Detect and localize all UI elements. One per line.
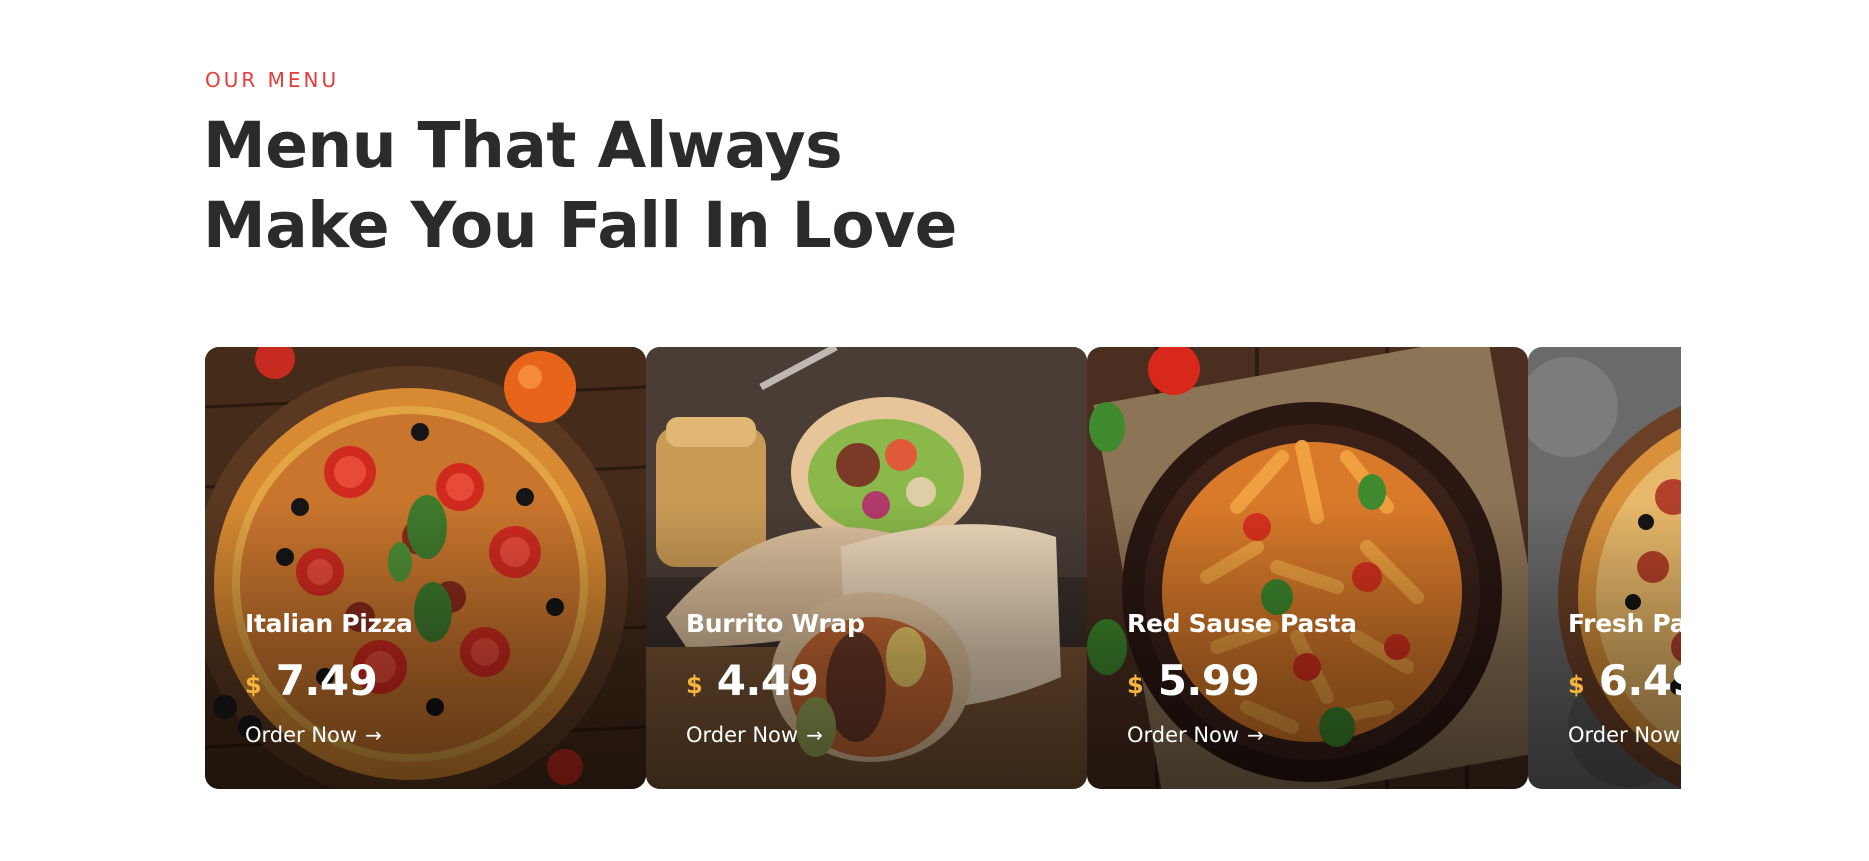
price-amount: 6.49 [1598,655,1681,705]
currency-symbol: $ [1568,671,1585,699]
section-heading: Menu That Always Make You Fall In Love [203,106,1103,266]
menu-section: OUR MENU Menu That Always Make You Fall … [0,0,1869,861]
price-amount: 5.99 [1157,655,1260,705]
menu-item-name: Burrito Wrap [686,609,865,638]
price-amount: 7.49 [275,655,378,705]
currency-symbol: $ [245,671,262,699]
menu-card-burrito-wrap[interactable]: Burrito Wrap $ 4.49 Order Now → [646,347,1087,789]
menu-card-red-sause-pasta[interactable]: Red Sause Pasta $ 5.99 Order Now → [1087,347,1528,789]
menu-item-price: $ 5.99 [1127,655,1260,705]
arrow-right-icon: → [365,723,382,747]
menu-card-fresh-pan-pizza[interactable]: Fresh Pan Pizza $ 6.49 Order Now → [1528,347,1681,789]
menu-item-name: Italian Pizza [245,609,413,638]
section-eyebrow: OUR MENU [205,68,340,92]
menu-item-name: Red Sause Pasta [1127,609,1357,638]
currency-symbol: $ [686,671,703,699]
menu-item-price: $ 6.49 [1568,655,1681,705]
menu-card-italian-pizza[interactable]: Italian Pizza $ 7.49 Order Now → [205,347,646,789]
order-now-label: Order Now [1568,723,1681,747]
heading-line-1: Menu That Always [203,109,843,182]
heading-line-2: Make You Fall In Love [203,189,957,262]
currency-symbol: $ [1127,671,1144,699]
order-now-link[interactable]: Order Now → [245,723,382,747]
order-now-label: Order Now [686,723,799,747]
menu-item-name: Fresh Pan Pizza [1568,609,1681,638]
menu-item-price: $ 7.49 [245,655,378,705]
order-now-link[interactable]: Order Now → [686,723,823,747]
order-now-label: Order Now [1127,723,1240,747]
menu-item-price: $ 4.49 [686,655,819,705]
arrow-right-icon: → [1247,723,1264,747]
order-now-link[interactable]: Order Now → [1127,723,1264,747]
price-amount: 4.49 [716,655,819,705]
menu-carousel[interactable]: Italian Pizza $ 7.49 Order Now → Burrito… [205,347,1681,789]
order-now-link[interactable]: Order Now → [1568,723,1681,747]
arrow-right-icon: → [806,723,823,747]
order-now-label: Order Now [245,723,358,747]
